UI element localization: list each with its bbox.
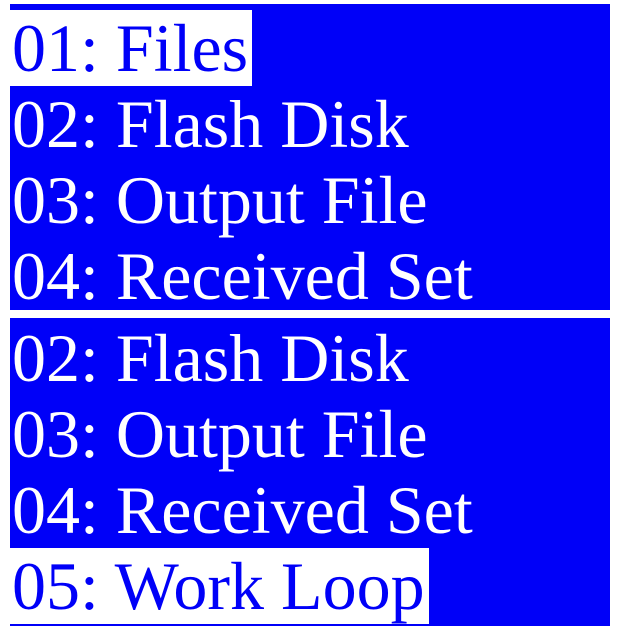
menu-item-flash-disk[interactable]: 02: Flash Disk [10, 86, 413, 162]
menu-item-output-file[interactable]: 03: Output File [10, 162, 432, 238]
menu-screen-bottom: 02: Flash Disk 03: Output File 04: Recei… [10, 318, 610, 626]
menu-item-files[interactable]: 01: Files [10, 10, 253, 86]
menu-item-received-set[interactable]: 04: Received Set [10, 472, 477, 548]
menu-item-flash-disk[interactable]: 02: Flash Disk [10, 320, 413, 396]
menu-item-work-loop[interactable]: 05: Work Loop [10, 548, 429, 624]
menu-item-output-file[interactable]: 03: Output File [10, 396, 432, 472]
menu-screen-top: 01: Files 02: Flash Disk 03: Output File… [10, 4, 610, 310]
menu-item-received-set[interactable]: 04: Received Set [10, 238, 477, 310]
